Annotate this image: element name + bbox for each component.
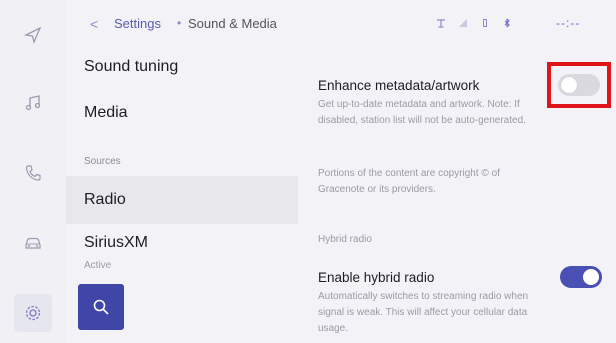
breadcrumb-settings[interactable]: Settings	[114, 16, 161, 31]
signal-icon	[437, 19, 445, 28]
battery-icon	[483, 19, 487, 27]
copyright-notice: Portions of the content are copyright © …	[318, 168, 500, 195]
music-note-icon[interactable]	[20, 90, 46, 116]
hybrid-radio-group-label: Hybrid radio	[318, 234, 372, 245]
menu-item-media[interactable]: Media	[66, 95, 298, 131]
settings-menu: Sound tuning Media Sources Radio SiriusX…	[66, 48, 298, 343]
phone-icon[interactable]	[20, 160, 46, 186]
menu-item-label: Sound tuning	[84, 58, 179, 75]
wifi-icon	[459, 19, 467, 27]
left-rail	[0, 0, 66, 343]
metadata-setting-description: Get up-to-date metadata and artwork. Not…	[318, 99, 526, 126]
search-icon	[93, 299, 109, 315]
hybrid-setting-description: Automatically switches to streaming radi…	[318, 291, 529, 334]
settings-content: Enhance metadata/artwork Get up-to-date …	[298, 48, 616, 343]
car-icon[interactable]	[20, 230, 46, 256]
menu-item-sound-tuning[interactable]: Sound tuning	[66, 48, 298, 78]
clock: --:--	[556, 16, 581, 30]
siriusxm-status: Active	[84, 260, 112, 271]
hybrid-radio-toggle[interactable]	[560, 266, 602, 288]
highlight-box	[547, 62, 611, 108]
top-bar: < Settings • Sound & Media --:--	[66, 0, 616, 48]
status-icons	[436, 18, 512, 28]
menu-item-siriusxm[interactable]: SiriusXM	[66, 228, 298, 258]
menu-item-label: Radio	[84, 191, 126, 208]
toggle-knob	[583, 269, 599, 285]
section-label-sources: Sources	[84, 156, 121, 167]
settings-icon[interactable]	[14, 294, 52, 332]
bluetooth-icon	[504, 18, 510, 28]
back-button[interactable]: <	[90, 16, 98, 32]
breadcrumb-current: Sound & Media	[188, 16, 277, 31]
search-button[interactable]	[78, 284, 124, 330]
breadcrumb-separator: •	[177, 16, 182, 30]
menu-item-label: SiriusXM	[84, 234, 149, 251]
metadata-setting-title: Enhance metadata/artwork	[318, 78, 480, 93]
menu-item-radio[interactable]: Radio	[66, 176, 298, 224]
navigation-icon[interactable]	[20, 22, 46, 48]
menu-item-label: Media	[84, 104, 128, 121]
hybrid-setting-title: Enable hybrid radio	[318, 270, 435, 285]
